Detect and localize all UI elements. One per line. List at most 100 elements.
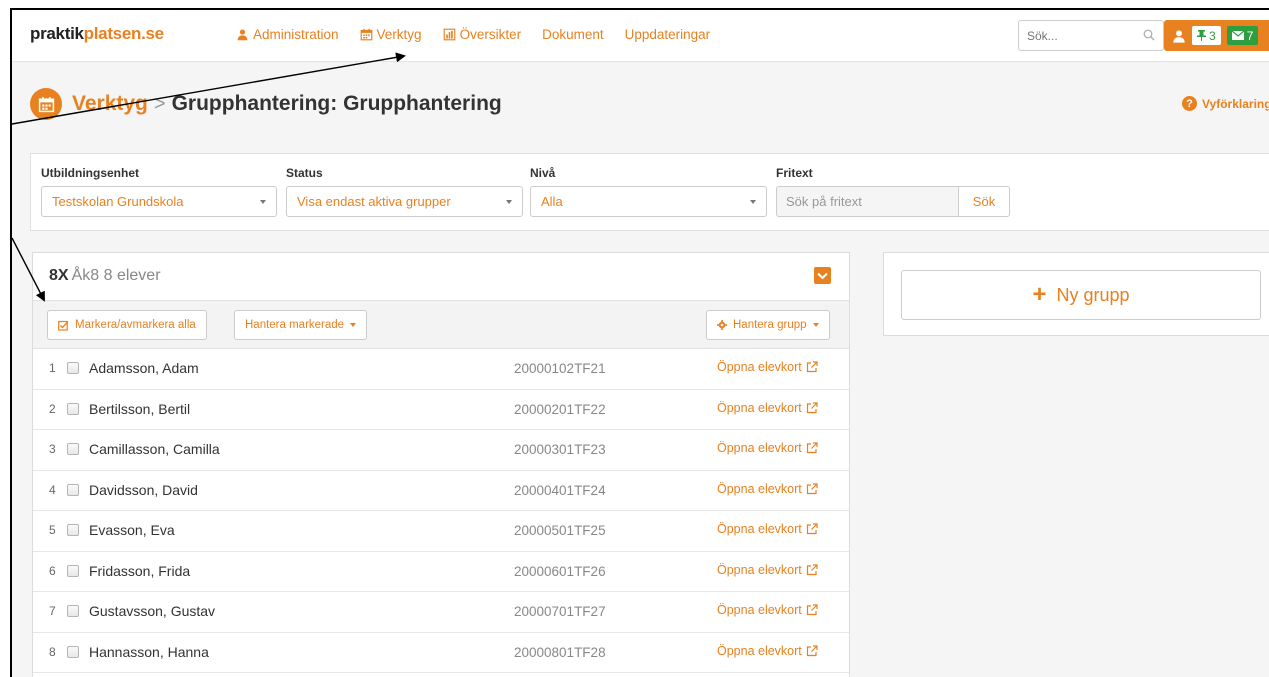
- nav-oversikter[interactable]: Översikter: [443, 27, 522, 42]
- freetext-search-button[interactable]: Sök: [958, 186, 1010, 217]
- caret-down-icon: [750, 200, 756, 204]
- caret-down-icon: [812, 323, 819, 327]
- open-student-card-link[interactable]: Öppna elevkort: [717, 441, 818, 455]
- nav-dokument[interactable]: Dokument: [542, 27, 604, 42]
- breadcrumb-separator: >: [153, 92, 166, 115]
- help-link[interactable]: ? Vyförklaring: [1182, 96, 1269, 111]
- caret-down-icon: [506, 200, 512, 204]
- open-student-card-link[interactable]: Öppna elevkort: [717, 482, 818, 496]
- group-panel-header: 8X Åk8 8 elever: [33, 253, 849, 301]
- user-menu[interactable]: 3 7: [1164, 20, 1269, 51]
- nav-label: Administration: [253, 27, 339, 42]
- envelope-icon: [1231, 31, 1244, 40]
- unit-select[interactable]: Testskolan Grundskola: [41, 186, 277, 217]
- filter-status-label: Status: [286, 166, 323, 180]
- collapse-icon[interactable]: [814, 267, 831, 284]
- row-checkbox[interactable]: [67, 564, 79, 577]
- calendar-icon: [30, 88, 62, 120]
- status-select[interactable]: Visa endast aktiva grupper: [286, 186, 523, 217]
- question-icon: ?: [1182, 96, 1197, 111]
- main-nav: Administration Verktyg Översikter Dokume…: [236, 27, 731, 42]
- table-row: 7 Gustavsson, Gustav 20000701TF27 Öppna …: [33, 592, 849, 633]
- student-name: Hannasson, Hanna: [89, 643, 209, 660]
- breadcrumb-verktyg[interactable]: Verktyg: [72, 92, 148, 116]
- filter-text: Fritext Sök på fritext Sök: [776, 166, 1010, 217]
- message-badge[interactable]: 7: [1226, 26, 1259, 45]
- toggle-all-button[interactable]: Markera/avmarkera alla: [47, 310, 207, 340]
- open-student-card-link[interactable]: Öppna elevkort: [717, 563, 818, 577]
- nav-label: Verktyg: [376, 27, 422, 42]
- message-count: 7: [1246, 28, 1254, 43]
- brand-logo[interactable]: praktikplatsen.se: [30, 24, 164, 44]
- filter-bar: Utbildningsenhet Testskolan Grundskola S…: [30, 153, 1269, 231]
- row-checkbox[interactable]: [67, 443, 79, 455]
- row-number: 1: [49, 361, 56, 375]
- student-list: 1 Adamsson, Adam 20000102TF21 Öppna elev…: [33, 349, 849, 673]
- student-id: 20000301TF23: [514, 442, 606, 457]
- row-checkbox[interactable]: [67, 605, 79, 617]
- open-student-card-link[interactable]: Öppna elevkort: [717, 522, 818, 536]
- nav-label: Översikter: [459, 27, 522, 42]
- nav-verktyg[interactable]: Verktyg: [360, 27, 422, 42]
- row-number: 8: [49, 644, 56, 659]
- external-link-icon: [806, 523, 818, 535]
- open-student-card-link[interactable]: Öppna elevkort: [717, 360, 818, 374]
- group-code: 8X: [49, 267, 69, 284]
- row-checkbox[interactable]: [67, 402, 79, 415]
- table-row: 3 Camillasson, Camilla 20000301TF23 Öppn…: [33, 430, 849, 471]
- row-checkbox[interactable]: [67, 645, 79, 658]
- freetext-input[interactable]: Sök på fritext: [776, 186, 958, 217]
- student-id: 20000701TF27: [514, 604, 606, 619]
- group-subtitle: Åk8 8 elever: [71, 267, 161, 284]
- filter-text-label: Fritext: [776, 166, 813, 180]
- filter-level: Nivå Alla: [530, 166, 767, 217]
- page-title: Grupphantering: Grupphantering: [171, 92, 502, 115]
- pin-badge[interactable]: 3: [1192, 26, 1221, 45]
- external-link-icon: [806, 361, 818, 373]
- student-name: Fridasson, Frida: [89, 562, 191, 579]
- manage-group-label: Hantera grupp: [733, 319, 807, 331]
- table-row: 5 Evasson, Eva 20000501TF25 Öppna elevko…: [33, 511, 849, 552]
- caret-down-icon: [260, 200, 266, 204]
- toggle-all-label: Markera/avmarkera alla: [75, 319, 196, 331]
- app-frame: praktikplatsen.se Administration Verktyg…: [10, 8, 1269, 677]
- student-name: Adamsson, Adam: [89, 360, 199, 376]
- search-box: [1018, 20, 1164, 51]
- manage-group-button[interactable]: Hantera grupp: [706, 310, 830, 340]
- table-row: 8 Hannasson, Hanna 20000801TF28 Öppna el…: [33, 633, 849, 673]
- row-number: 4: [49, 482, 56, 497]
- nav-label: Dokument: [542, 27, 604, 42]
- open-student-card-link[interactable]: Öppna elevkort: [717, 644, 818, 658]
- open-student-card-link[interactable]: Öppna elevkort: [717, 401, 818, 415]
- manage-selected-label: Hantera markerade: [245, 319, 345, 331]
- external-link-icon: [806, 401, 818, 413]
- nav-uppdateringar[interactable]: Uppdateringar: [625, 27, 711, 42]
- open-student-card-link[interactable]: Öppna elevkort: [717, 603, 818, 617]
- new-group-button[interactable]: + Ny grupp: [901, 270, 1261, 320]
- new-group-panel: + Ny grupp: [883, 252, 1269, 336]
- search-icon[interactable]: [1143, 29, 1155, 41]
- unit-select-value: Testskolan Grundskola: [52, 194, 184, 209]
- student-id: 20000401TF24: [514, 482, 606, 498]
- group-panel: 8X Åk8 8 elever Markera/avmarkera alla Ha…: [32, 252, 850, 677]
- student-id: 20000201TF22: [514, 401, 606, 417]
- row-checkbox[interactable]: [67, 524, 79, 536]
- nav-administration[interactable]: Administration: [236, 27, 339, 42]
- pin-count: 3: [1209, 28, 1216, 43]
- table-row: 4 Davidsson, David 20000401TF24 Öppna el…: [33, 471, 849, 511]
- search-input[interactable]: [1019, 21, 1129, 50]
- row-checkbox[interactable]: [67, 483, 79, 496]
- external-link-icon: [806, 563, 818, 575]
- student-name: Camillasson, Camilla: [89, 441, 220, 457]
- row-checkbox[interactable]: [67, 362, 79, 374]
- row-number: 6: [49, 563, 56, 578]
- manage-selected-button[interactable]: Hantera markerade: [234, 310, 368, 340]
- level-select[interactable]: Alla: [530, 186, 767, 217]
- row-number: 3: [49, 442, 56, 456]
- group-toolbar: Markera/avmarkera alla Hantera markerade…: [33, 301, 849, 349]
- caret-down-icon: [350, 323, 357, 327]
- student-name: Gustavsson, Gustav: [89, 603, 216, 619]
- table-row: 2 Bertilsson, Bertil 20000201TF22 Öppna …: [33, 390, 849, 430]
- gear-icon: [717, 320, 727, 330]
- row-number: 2: [49, 401, 56, 416]
